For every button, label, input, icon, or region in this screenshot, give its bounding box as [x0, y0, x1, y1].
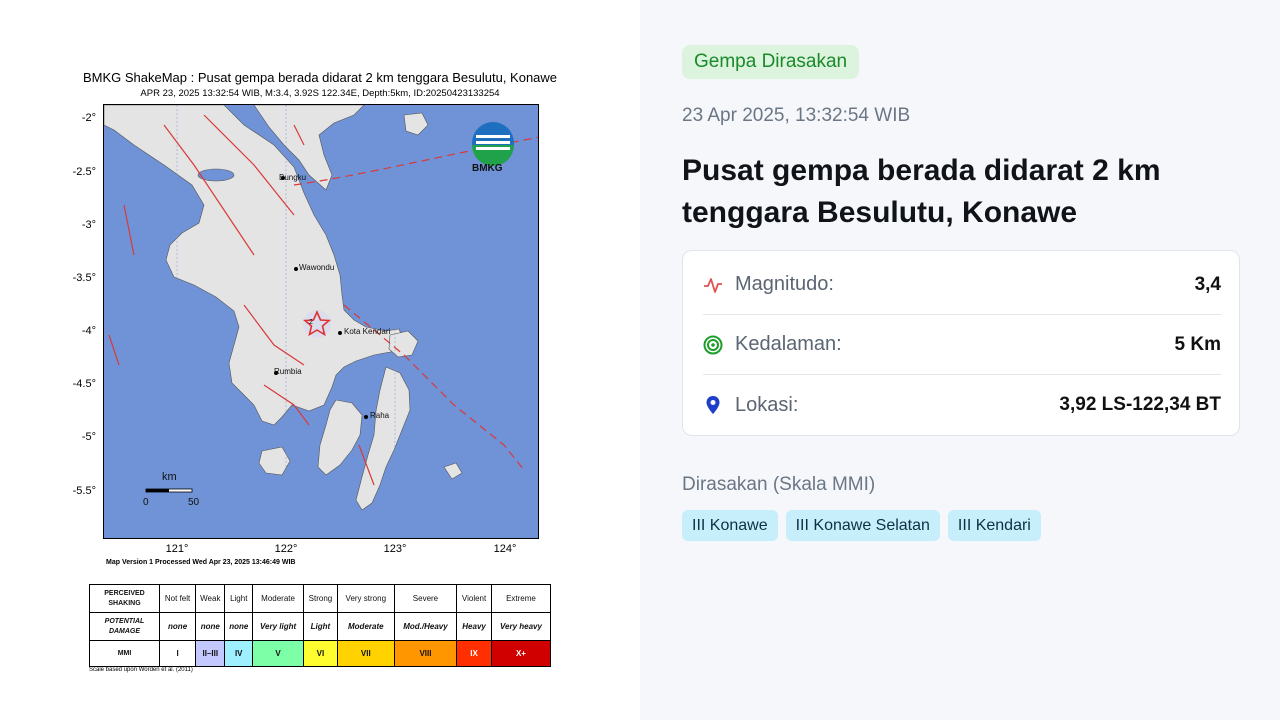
x-tick: 121° [165, 543, 189, 555]
depth-value: 5 Km [1174, 333, 1221, 355]
mmi-heading: Dirasakan (Skala MMI) [682, 474, 876, 495]
y-tick: -5° [81, 431, 96, 443]
shaking-cell: Violent [456, 584, 492, 613]
mmi-legend-table: PERCEIVED SHAKING Not felt Weak Light Mo… [89, 584, 552, 667]
x-tick: 124° [493, 543, 517, 555]
scale-bar [145, 488, 193, 493]
location-value: 3,92 LS-122,34 BT [1059, 394, 1221, 415]
logo-text: BMKG [472, 163, 503, 174]
shaking-cell: Severe [393, 584, 458, 613]
shaking-cell: Light [224, 584, 254, 613]
x-tick: 123° [383, 543, 407, 555]
mmi-cell: II–III [195, 640, 226, 667]
place-label: Raha [370, 411, 390, 420]
shakemap-subtitle: APR 23, 2025 13:32:54 WIB, M:3.4, 3.92S … [140, 88, 500, 99]
land-buton [355, 366, 411, 511]
y-tick: -3.5° [72, 272, 96, 284]
scale-start: 0 [143, 497, 149, 508]
land-kabaena [258, 446, 291, 476]
y-tick: -2.5° [72, 166, 96, 178]
damage-cell: Mod./Heavy [393, 612, 458, 641]
land-wawonii [388, 330, 419, 358]
shakemap-title: BMKG ShakeMap : Pusat gempa berada didar… [82, 70, 558, 85]
bmkg-logo-icon [472, 122, 514, 166]
epicenter-label: 2 [309, 319, 313, 326]
place-label: Kota Kendari [344, 327, 391, 336]
pulse-icon [703, 275, 723, 295]
shaking-cell: Very strong [336, 584, 395, 613]
event-details-card: Magnitudo: 3,4 Kedalaman: 5 Km Lokasi: 3… [682, 250, 1240, 436]
info-panel: Gempa Dirasakan 23 Apr 2025, 13:32:54 WI… [640, 0, 1280, 720]
scale-credit: Scale based upon Worden et al. (2011) [89, 667, 193, 673]
land-mainland [104, 105, 405, 426]
location-row: Lokasi: 3,92 LS-122,34 BT [703, 375, 1221, 435]
scale-end: 50 [188, 497, 200, 508]
mmi-cell: IX [456, 640, 492, 667]
mmi-tag: III Kendari [947, 510, 1041, 541]
mmi-tag: III Konawe Selatan [785, 510, 940, 541]
shaking-cell: Not felt [158, 584, 197, 613]
map-version-note: Map Version 1 Processed Wed Apr 23, 2025… [106, 559, 296, 566]
damage-cell: none [195, 612, 226, 641]
mmi-cell: X+ [490, 640, 552, 667]
damage-cell: Light [303, 612, 338, 641]
depth-row: Kedalaman: 5 Km [703, 315, 1221, 375]
land-east-island [403, 112, 429, 136]
mmi-cell: VI [303, 640, 338, 667]
y-tick: -3° [81, 219, 96, 231]
magnitude-row: Magnitudo: 3,4 [703, 255, 1221, 315]
damage-cell: Moderate [336, 612, 395, 641]
shaking-cell: Weak [195, 584, 226, 613]
place-label: Wawondu [299, 263, 335, 272]
y-tick: -5.5° [72, 485, 96, 497]
event-datetime: 23 Apr 2025, 13:32:54 WIB [682, 105, 911, 126]
shaking-cell: Extreme [490, 584, 552, 613]
shakemap-map: Bungku Wawondu Kota Kendari Rumbia Raha … [103, 104, 539, 539]
location-label: Lokasi: [735, 393, 799, 416]
mmi-cell: V [252, 640, 305, 667]
mmi-cell: VII [336, 640, 395, 667]
damage-cell: Very heavy [490, 612, 552, 641]
mmi-tag: III Konawe [682, 510, 778, 541]
place-label: Bungku [279, 173, 307, 182]
mmi-cell: VIII [393, 640, 458, 667]
depth-label: Kedalaman: [735, 333, 842, 355]
land-small-island [443, 462, 463, 480]
magnitude-label: Magnitudo: [735, 273, 834, 295]
y-tick: -4° [81, 325, 96, 337]
magnitude-value: 3,4 [1194, 273, 1221, 295]
row-header: PERCEIVED SHAKING [89, 584, 160, 613]
intensity-halo [303, 310, 331, 338]
scale-unit: km [162, 471, 177, 483]
place-label: Rumbia [274, 367, 302, 376]
y-tick: -2° [81, 112, 96, 124]
x-tick: 122° [274, 543, 298, 555]
y-tick: -4.5° [72, 378, 96, 390]
mmi-tag-list: III Konawe III Konawe Selatan III Kendar… [682, 510, 1041, 541]
target-icon [703, 335, 723, 355]
damage-cell: none [224, 612, 254, 641]
map-pin-icon [703, 395, 723, 415]
land-muna [317, 399, 363, 476]
shakemap-panel: BMKG ShakeMap : Pusat gempa berada didar… [0, 0, 640, 720]
damage-cell: Very light [252, 612, 305, 641]
felt-badge: Gempa Dirasakan [682, 45, 860, 79]
row-header: MMI [89, 640, 160, 667]
damage-cell: none [158, 612, 197, 641]
shaking-cell: Strong [303, 584, 338, 613]
shaking-cell: Moderate [252, 584, 305, 613]
damage-cell: Heavy [456, 612, 492, 641]
mmi-cell: IV [224, 640, 254, 667]
row-header: POTENTIAL DAMAGE [89, 612, 160, 641]
mmi-cell: I [158, 640, 197, 667]
event-headline: Pusat gempa berada didarat 2 km tenggara… [682, 154, 1161, 229]
